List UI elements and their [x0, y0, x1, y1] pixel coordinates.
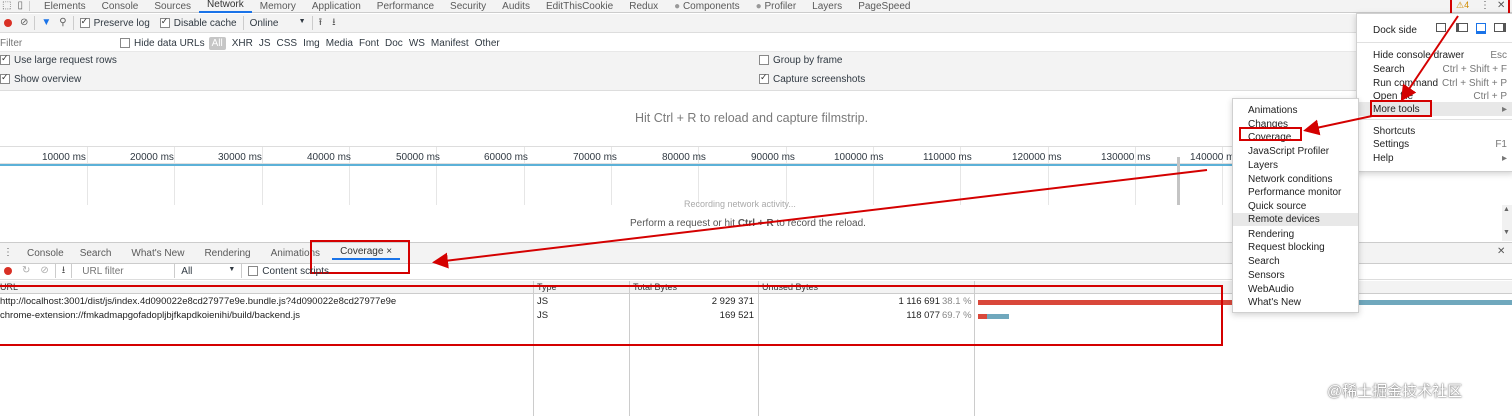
- arrow-to-more-tools: [1400, 15, 1459, 102]
- annotation-arrows: [432, 15, 1459, 269]
- watermark: @稀土掘金技术社区: [1327, 383, 1463, 400]
- arrow-to-coverage-item: [1303, 115, 1373, 136]
- arrow-to-coverage-tab: [432, 169, 1208, 269]
